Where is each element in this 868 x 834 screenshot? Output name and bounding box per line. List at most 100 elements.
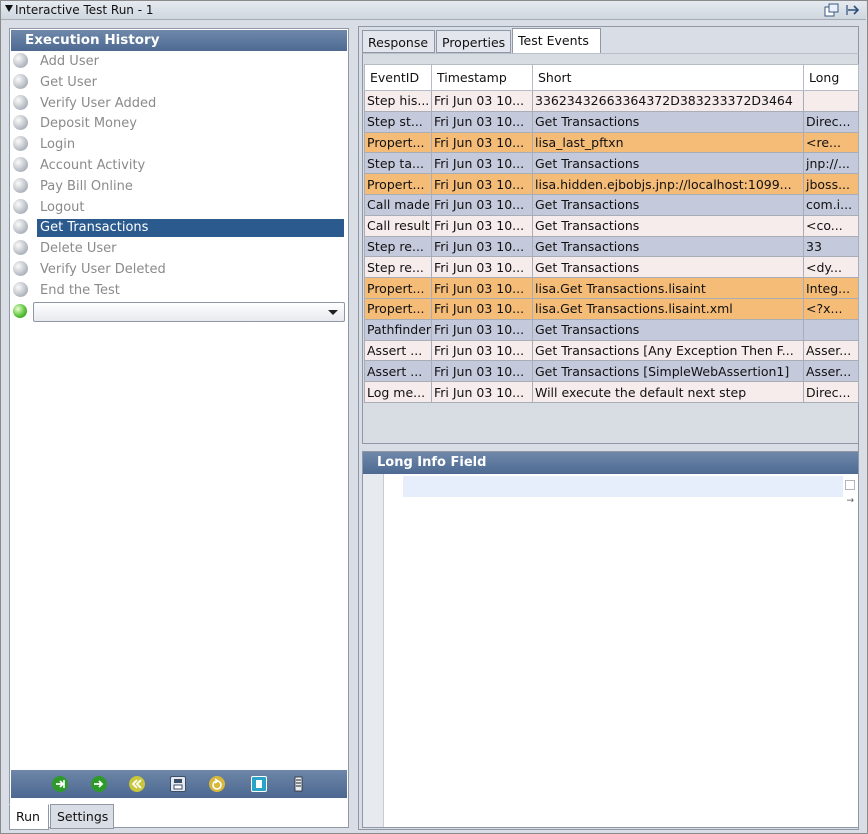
cell-short: Get Transactions bbox=[532, 110, 804, 133]
cell-eventid: Call result bbox=[364, 214, 432, 237]
cell-eventid: Step re... bbox=[364, 256, 432, 279]
tab-test-events[interactable]: Test Events bbox=[512, 28, 601, 54]
checklist-icon[interactable] bbox=[291, 776, 307, 792]
step-status-icon bbox=[13, 198, 28, 214]
cell-timestamp: Fri Jun 03 10... bbox=[431, 360, 533, 383]
cell-short: Get Transactions bbox=[532, 152, 804, 175]
table-row[interactable]: Propert... Fri Jun 03 10... lisa.hidden.ej… bbox=[364, 173, 859, 195]
step-status-icon bbox=[13, 94, 28, 110]
cell-long: <co... bbox=[803, 214, 859, 237]
delete-icon[interactable] bbox=[251, 776, 267, 792]
cell-short: Get Transactions bbox=[532, 318, 804, 341]
cell-long: Direc... bbox=[803, 110, 859, 133]
test-events-panel: EventID Timestamp Short Long Step his...… bbox=[362, 53, 859, 444]
cell-timestamp: Fri Jun 03 10... bbox=[431, 235, 533, 258]
cell-short: lisa_last_pftxn bbox=[532, 131, 804, 154]
history-item-label: Account Activity bbox=[40, 157, 146, 173]
history-item[interactable]: Logout bbox=[11, 197, 347, 218]
table-row[interactable]: Call result Fri Jun 03 10... Get Transacti… bbox=[364, 214, 859, 237]
history-item[interactable]: Deposit Money bbox=[11, 113, 347, 134]
cell-long: jnp://... bbox=[803, 152, 859, 175]
window-title: Interactive Test Run - 1 bbox=[15, 3, 154, 17]
table-row[interactable]: Step re... Fri Jun 03 10... Get Transactio… bbox=[364, 235, 859, 258]
detach-arrow-icon[interactable] bbox=[846, 3, 862, 17]
table-row[interactable]: Propert... Fri Jun 03 10... lisa.Get Trans… bbox=[364, 297, 859, 320]
cell-short: Get Transactions bbox=[532, 214, 804, 237]
column-header-eventid[interactable]: EventID bbox=[364, 64, 432, 91]
status-green-icon bbox=[13, 304, 27, 318]
cell-short: Get Transactions [SimpleWebAssertion1] bbox=[532, 360, 804, 383]
cell-timestamp: Fri Jun 03 10... bbox=[431, 90, 533, 112]
table-row[interactable]: Step ta... Fri Jun 03 10... Get Transactio… bbox=[364, 152, 859, 175]
cell-timestamp: Fri Jun 03 10... bbox=[431, 152, 533, 175]
long-info-text-area[interactable] bbox=[403, 476, 843, 497]
column-header-long[interactable]: Long bbox=[803, 64, 859, 91]
history-item[interactable]: Verify User Added bbox=[11, 93, 347, 114]
tab-response[interactable]: Response bbox=[362, 30, 435, 53]
history-item[interactable]: Account Activity bbox=[11, 155, 347, 176]
column-header-timestamp[interactable]: Timestamp bbox=[431, 64, 533, 91]
next-step-dropdown[interactable] bbox=[33, 302, 345, 322]
cell-timestamp: Fri Jun 03 10... bbox=[431, 131, 533, 154]
cell-eventid: Propert... bbox=[364, 173, 432, 195]
history-item[interactable]: End the Test bbox=[11, 280, 347, 301]
editor-gutter bbox=[363, 474, 384, 827]
step-status-icon bbox=[13, 115, 28, 131]
cell-short: Get Transactions bbox=[532, 256, 804, 279]
cell-long: <?x... bbox=[803, 297, 859, 320]
step-status-icon bbox=[13, 73, 28, 89]
history-item[interactable]: Login bbox=[11, 134, 347, 155]
cell-short: Get Transactions [Any Exception Then F..… bbox=[532, 339, 804, 362]
cell-timestamp: Fri Jun 03 10... bbox=[431, 318, 533, 341]
table-row[interactable]: Propert... Fri Jun 03 10... lisa.Get Trans… bbox=[364, 277, 859, 299]
next-step-row bbox=[11, 301, 347, 323]
column-header-short[interactable]: Short bbox=[532, 64, 804, 91]
cell-short: 33623432663364372D383233372D3464 bbox=[532, 90, 804, 112]
table-row[interactable]: Log me... Fri Jun 03 10... Will execute th… bbox=[364, 381, 859, 403]
cell-eventid: Step st... bbox=[364, 110, 432, 133]
cell-timestamp: Fri Jun 03 10... bbox=[431, 277, 533, 299]
table-row[interactable]: Step st... Fri Jun 03 10... Get Transactio… bbox=[364, 110, 859, 133]
table-row[interactable]: Step re... Fri Jun 03 10... Get Transactio… bbox=[364, 256, 859, 279]
cell-long: <re... bbox=[803, 131, 859, 154]
cell-eventid: Step his... bbox=[364, 90, 432, 112]
tab-run[interactable]: Run bbox=[9, 804, 49, 830]
collapse-triangle-icon[interactable] bbox=[5, 5, 13, 12]
history-item[interactable]: Get Transactions bbox=[11, 217, 347, 238]
tab-properties[interactable]: Properties bbox=[436, 30, 511, 53]
step-status-icon bbox=[13, 281, 28, 297]
step-over-icon[interactable] bbox=[91, 776, 107, 792]
history-item[interactable]: Pay Bill Online bbox=[11, 176, 347, 197]
history-item[interactable]: Verify User Deleted bbox=[11, 259, 347, 280]
maximize-icon[interactable] bbox=[824, 3, 840, 17]
cell-long: Asser... bbox=[803, 360, 859, 383]
table-row[interactable]: Step his... Fri Jun 03 10... 3362343266336… bbox=[364, 90, 859, 112]
execution-history-list: Add User Get User Verify User Added Deposit… bbox=[11, 51, 347, 301]
events-table-body: Step his... Fri Jun 03 10... 3362343266336… bbox=[364, 90, 859, 403]
cell-eventid: Step re... bbox=[364, 235, 432, 258]
table-row[interactable]: Assert ... Fri Jun 03 10... Get Transactio… bbox=[364, 360, 859, 383]
long-info-header: Long Info Field bbox=[363, 452, 858, 474]
history-item[interactable]: Add User bbox=[11, 51, 347, 72]
editor-checkbox-icon[interactable] bbox=[845, 480, 855, 490]
step-into-icon[interactable] bbox=[52, 776, 68, 792]
cell-short: lisa.Get Transactions.lisaint bbox=[532, 277, 804, 299]
cell-long bbox=[803, 90, 859, 112]
history-item[interactable]: Delete User bbox=[11, 238, 347, 259]
rewind-icon[interactable] bbox=[129, 776, 145, 792]
refresh-icon[interactable] bbox=[209, 776, 225, 792]
step-status-icon bbox=[13, 136, 28, 152]
step-status-icon bbox=[13, 156, 28, 172]
cell-timestamp: Fri Jun 03 10... bbox=[431, 214, 533, 237]
table-row[interactable]: Propert... Fri Jun 03 10... lisa_last_pftx… bbox=[364, 131, 859, 154]
cell-eventid: Step ta... bbox=[364, 152, 432, 175]
cell-timestamp: Fri Jun 03 10... bbox=[431, 256, 533, 279]
history-item[interactable]: Get User bbox=[11, 72, 347, 93]
cell-long bbox=[803, 318, 859, 341]
history-item-label: Get User bbox=[40, 74, 97, 90]
table-row[interactable]: Call made Fri Jun 03 10... Get Transaction… bbox=[364, 193, 859, 216]
save-icon[interactable] bbox=[170, 776, 186, 792]
table-row[interactable]: Pathfinder Fri Jun 03 10... Get Transactio… bbox=[364, 318, 859, 341]
table-row[interactable]: Assert ... Fri Jun 03 10... Get Transactio… bbox=[364, 339, 859, 362]
tab-settings[interactable]: Settings bbox=[50, 804, 114, 829]
